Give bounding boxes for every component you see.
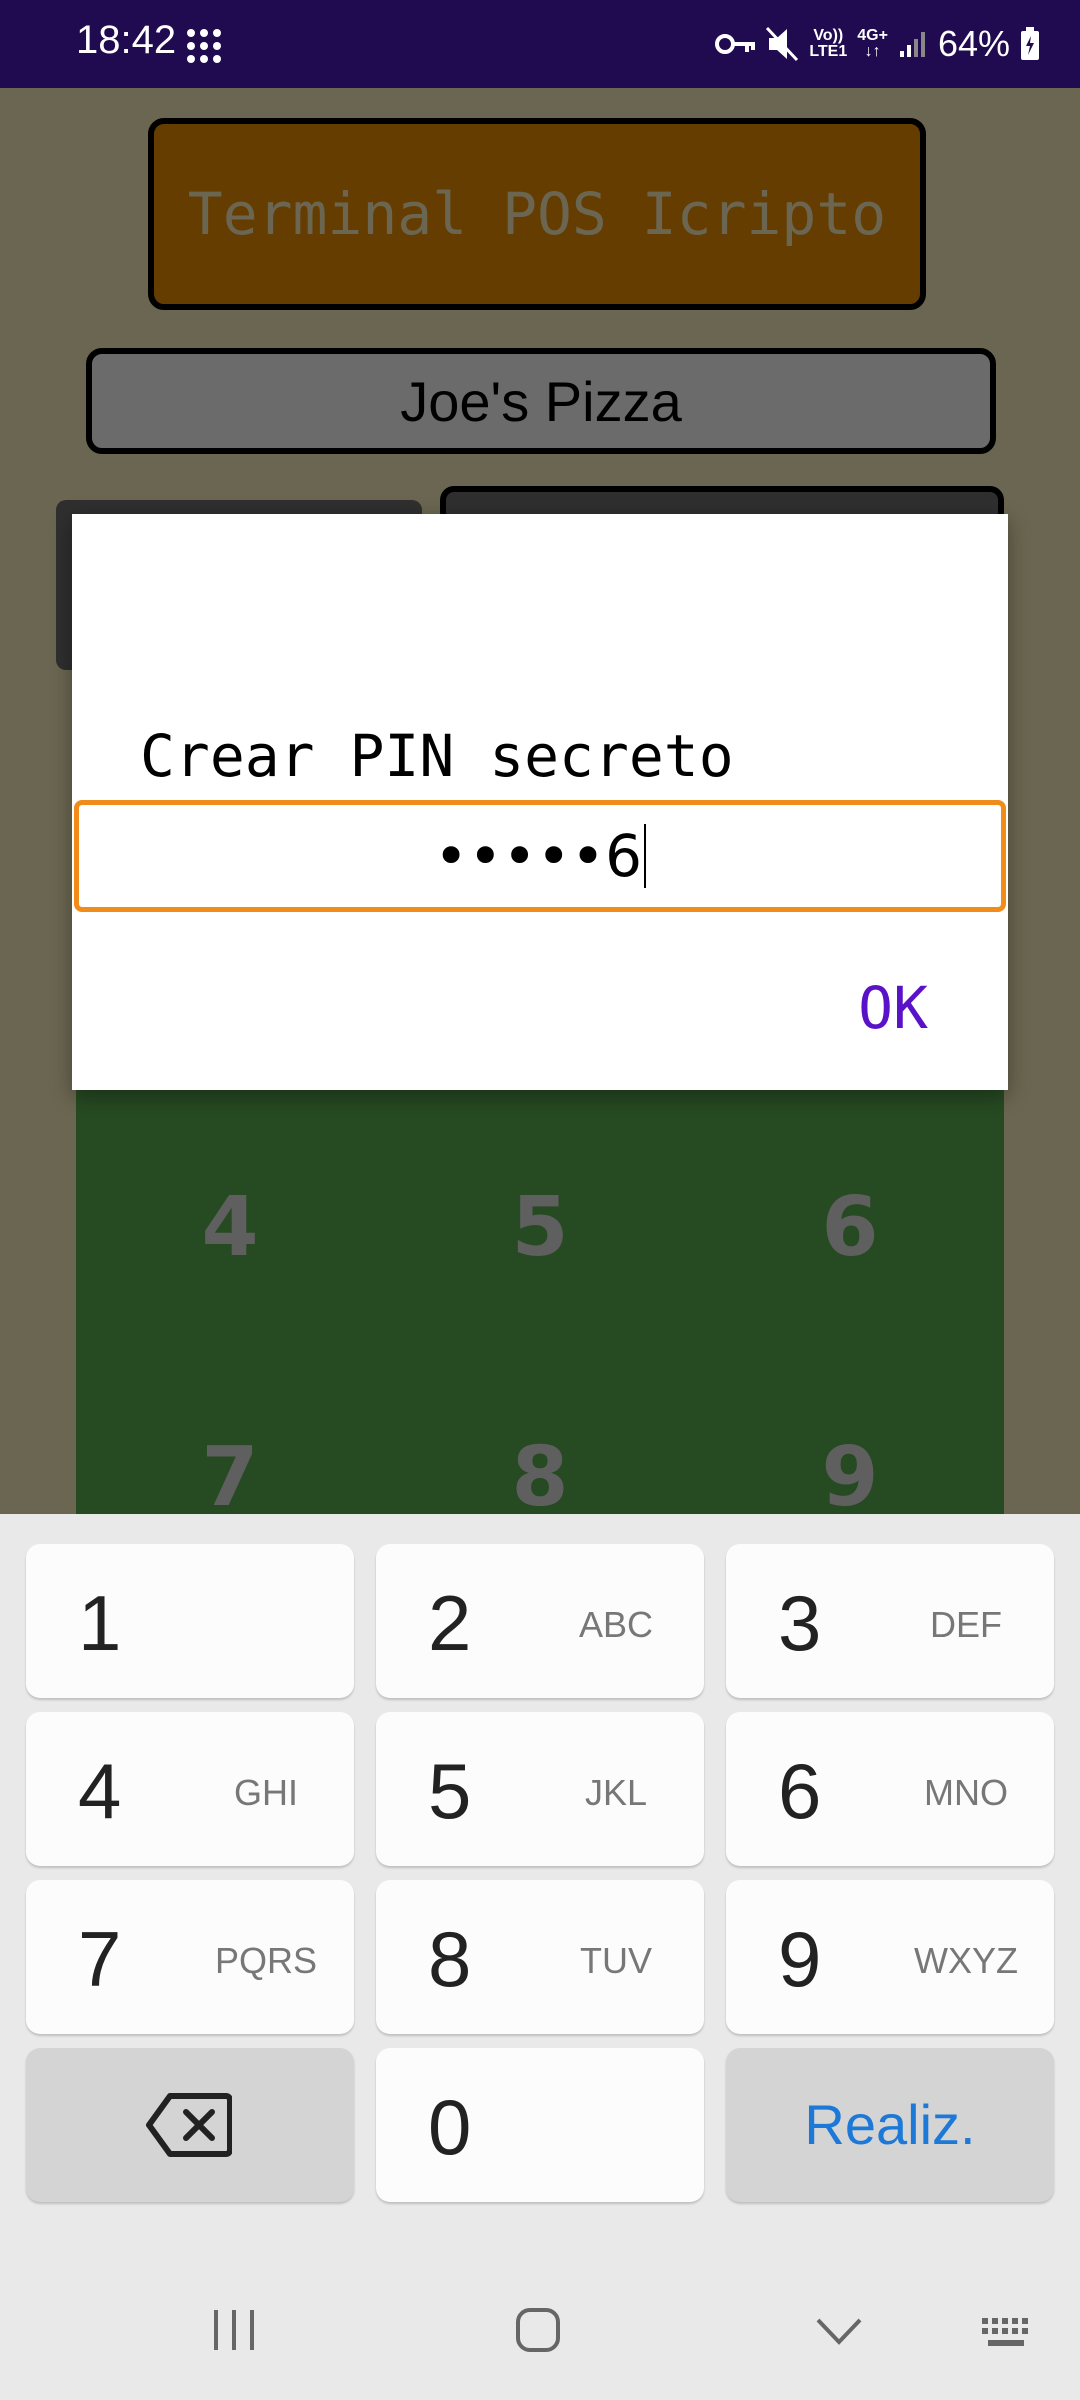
done-label: Realiz. xyxy=(804,2093,976,2156)
background-key-4: 4 xyxy=(201,1180,259,1275)
volte-indicator: Vo)) LTE1 xyxy=(809,28,847,60)
status-bar: 18:42 Vo)) LTE1 4G+ ↓↑ 64% xyxy=(0,0,1080,88)
key-letters: ABC xyxy=(578,1604,654,1645)
mute-icon xyxy=(766,26,799,62)
key-number: 3 xyxy=(778,1579,822,1667)
background-key-5: 5 xyxy=(511,1180,569,1275)
key-number: 7 xyxy=(78,1915,122,2003)
volte-label: Vo)) xyxy=(813,27,844,44)
battery-percent: 64% xyxy=(937,23,1010,64)
lte-label: LTE1 xyxy=(809,43,848,60)
pin-input[interactable]: •••••6 xyxy=(74,800,1006,912)
apps-grid-icon xyxy=(187,29,221,63)
key-number: 1 xyxy=(78,1579,122,1667)
key-number: 0 xyxy=(428,2083,472,2171)
background-key-7: 7 xyxy=(201,1430,259,1525)
key-letters: WXYZ xyxy=(914,1940,1018,1981)
key-1[interactable]: 1 xyxy=(26,1544,354,1698)
key-letters: PQRS xyxy=(214,1940,318,1981)
key-5[interactable]: 5 JKL xyxy=(376,1712,704,1866)
dialog-title: Crear PIN secreto xyxy=(140,722,734,790)
key-7[interactable]: 7 PQRS xyxy=(26,1880,354,2034)
key-2[interactable]: 2 ABC xyxy=(376,1544,704,1698)
key-4[interactable]: 4 GHI xyxy=(26,1712,354,1866)
ok-button[interactable]: OK xyxy=(858,974,928,1042)
signal-icon xyxy=(899,32,925,57)
navigation-bar xyxy=(0,2260,1080,2400)
text-caret xyxy=(643,824,646,888)
key-letters: DEF xyxy=(930,1604,1002,1645)
key-9[interactable]: 9 WXYZ xyxy=(726,1880,1054,2034)
net-type-label: 4G+ xyxy=(857,27,888,44)
recent-apps-icon[interactable] xyxy=(210,2308,258,2352)
create-pin-dialog: Crear PIN secreto •••••6 OK xyxy=(72,514,1008,1090)
background-key-8: 8 xyxy=(511,1430,569,1525)
key-8[interactable]: 8 TUV xyxy=(376,1880,704,2034)
net-type-indicator: 4G+ ↓↑ xyxy=(857,28,888,60)
key-number: 4 xyxy=(78,1747,122,1835)
key-0[interactable]: 0 xyxy=(376,2048,704,2202)
key-number: 5 xyxy=(428,1747,472,1835)
home-icon[interactable] xyxy=(514,2306,562,2354)
hide-keyboard-icon[interactable] xyxy=(814,2316,864,2346)
data-arrows-icon: ↓↑ xyxy=(864,43,881,60)
merchant-name: Joe's Pizza xyxy=(86,348,996,454)
status-time: 18:42 xyxy=(76,18,177,62)
key-3[interactable]: 3 DEF xyxy=(726,1544,1054,1698)
vpn-key-icon xyxy=(715,34,756,54)
key-letters: MNO xyxy=(924,1772,1008,1813)
keyboard-switch-icon[interactable] xyxy=(980,2316,1036,2350)
key-number: 8 xyxy=(428,1915,472,2003)
key-number: 9 xyxy=(778,1915,822,2003)
battery-icon xyxy=(1021,27,1039,60)
app-title: Terminal POS Icripto xyxy=(148,118,926,310)
key-6[interactable]: 6 MNO xyxy=(726,1712,1054,1866)
pin-value: •••••6 xyxy=(434,822,642,890)
background-key-6: 6 xyxy=(821,1180,879,1275)
key-number: 2 xyxy=(428,1579,472,1667)
background-key-9: 9 xyxy=(821,1430,879,1525)
key-letters: JKL xyxy=(584,1772,648,1813)
backspace-icon xyxy=(146,2093,232,2157)
done-key[interactable]: Realiz. xyxy=(726,2048,1054,2202)
key-letters: GHI xyxy=(233,1772,298,1813)
key-letters: TUV xyxy=(580,1940,652,1981)
backspace-key[interactable] xyxy=(26,2048,354,2202)
key-number: 6 xyxy=(778,1747,822,1835)
